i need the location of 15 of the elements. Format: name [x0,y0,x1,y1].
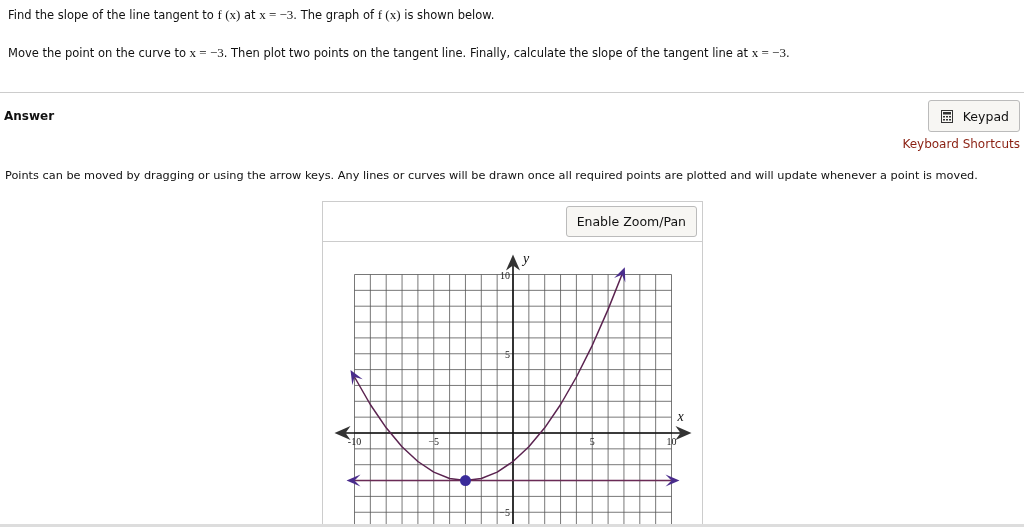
calculator-icon [940,109,953,123]
keypad-button[interactable]: Keypad [927,100,1020,132]
zoom-pan-button[interactable]: Enable Zoom/Pan [565,206,697,237]
y-axis-label: y [523,250,530,266]
tick-label: 5 [589,436,595,447]
question-text: Move the point on the curve to x = −3. Then plot two points on the tangent line. Finally, calculate the slope of the tangent line at x = −3. [8,45,791,61]
question-text: Find the slope of the line tangent to f (x) at x = −3. The graph of f (x) is shown below. [8,7,496,23]
x-axis-label: x [677,409,684,424]
tick-label: −5 [499,507,510,519]
answer-heading: Answer [4,109,55,125]
point-handle[interactable] [459,475,471,487]
instructions-text: Points can be moved by dragging or using the arrow keys. Any lines or curves will be drawn once all required points are plotted and will update whenever a point is moved. [5,169,979,182]
keyboard-shortcuts-link[interactable]: Keyboard Shortcuts [902,137,1020,151]
tick-label: 5 [505,348,510,360]
tick-label: −5 [428,436,440,447]
